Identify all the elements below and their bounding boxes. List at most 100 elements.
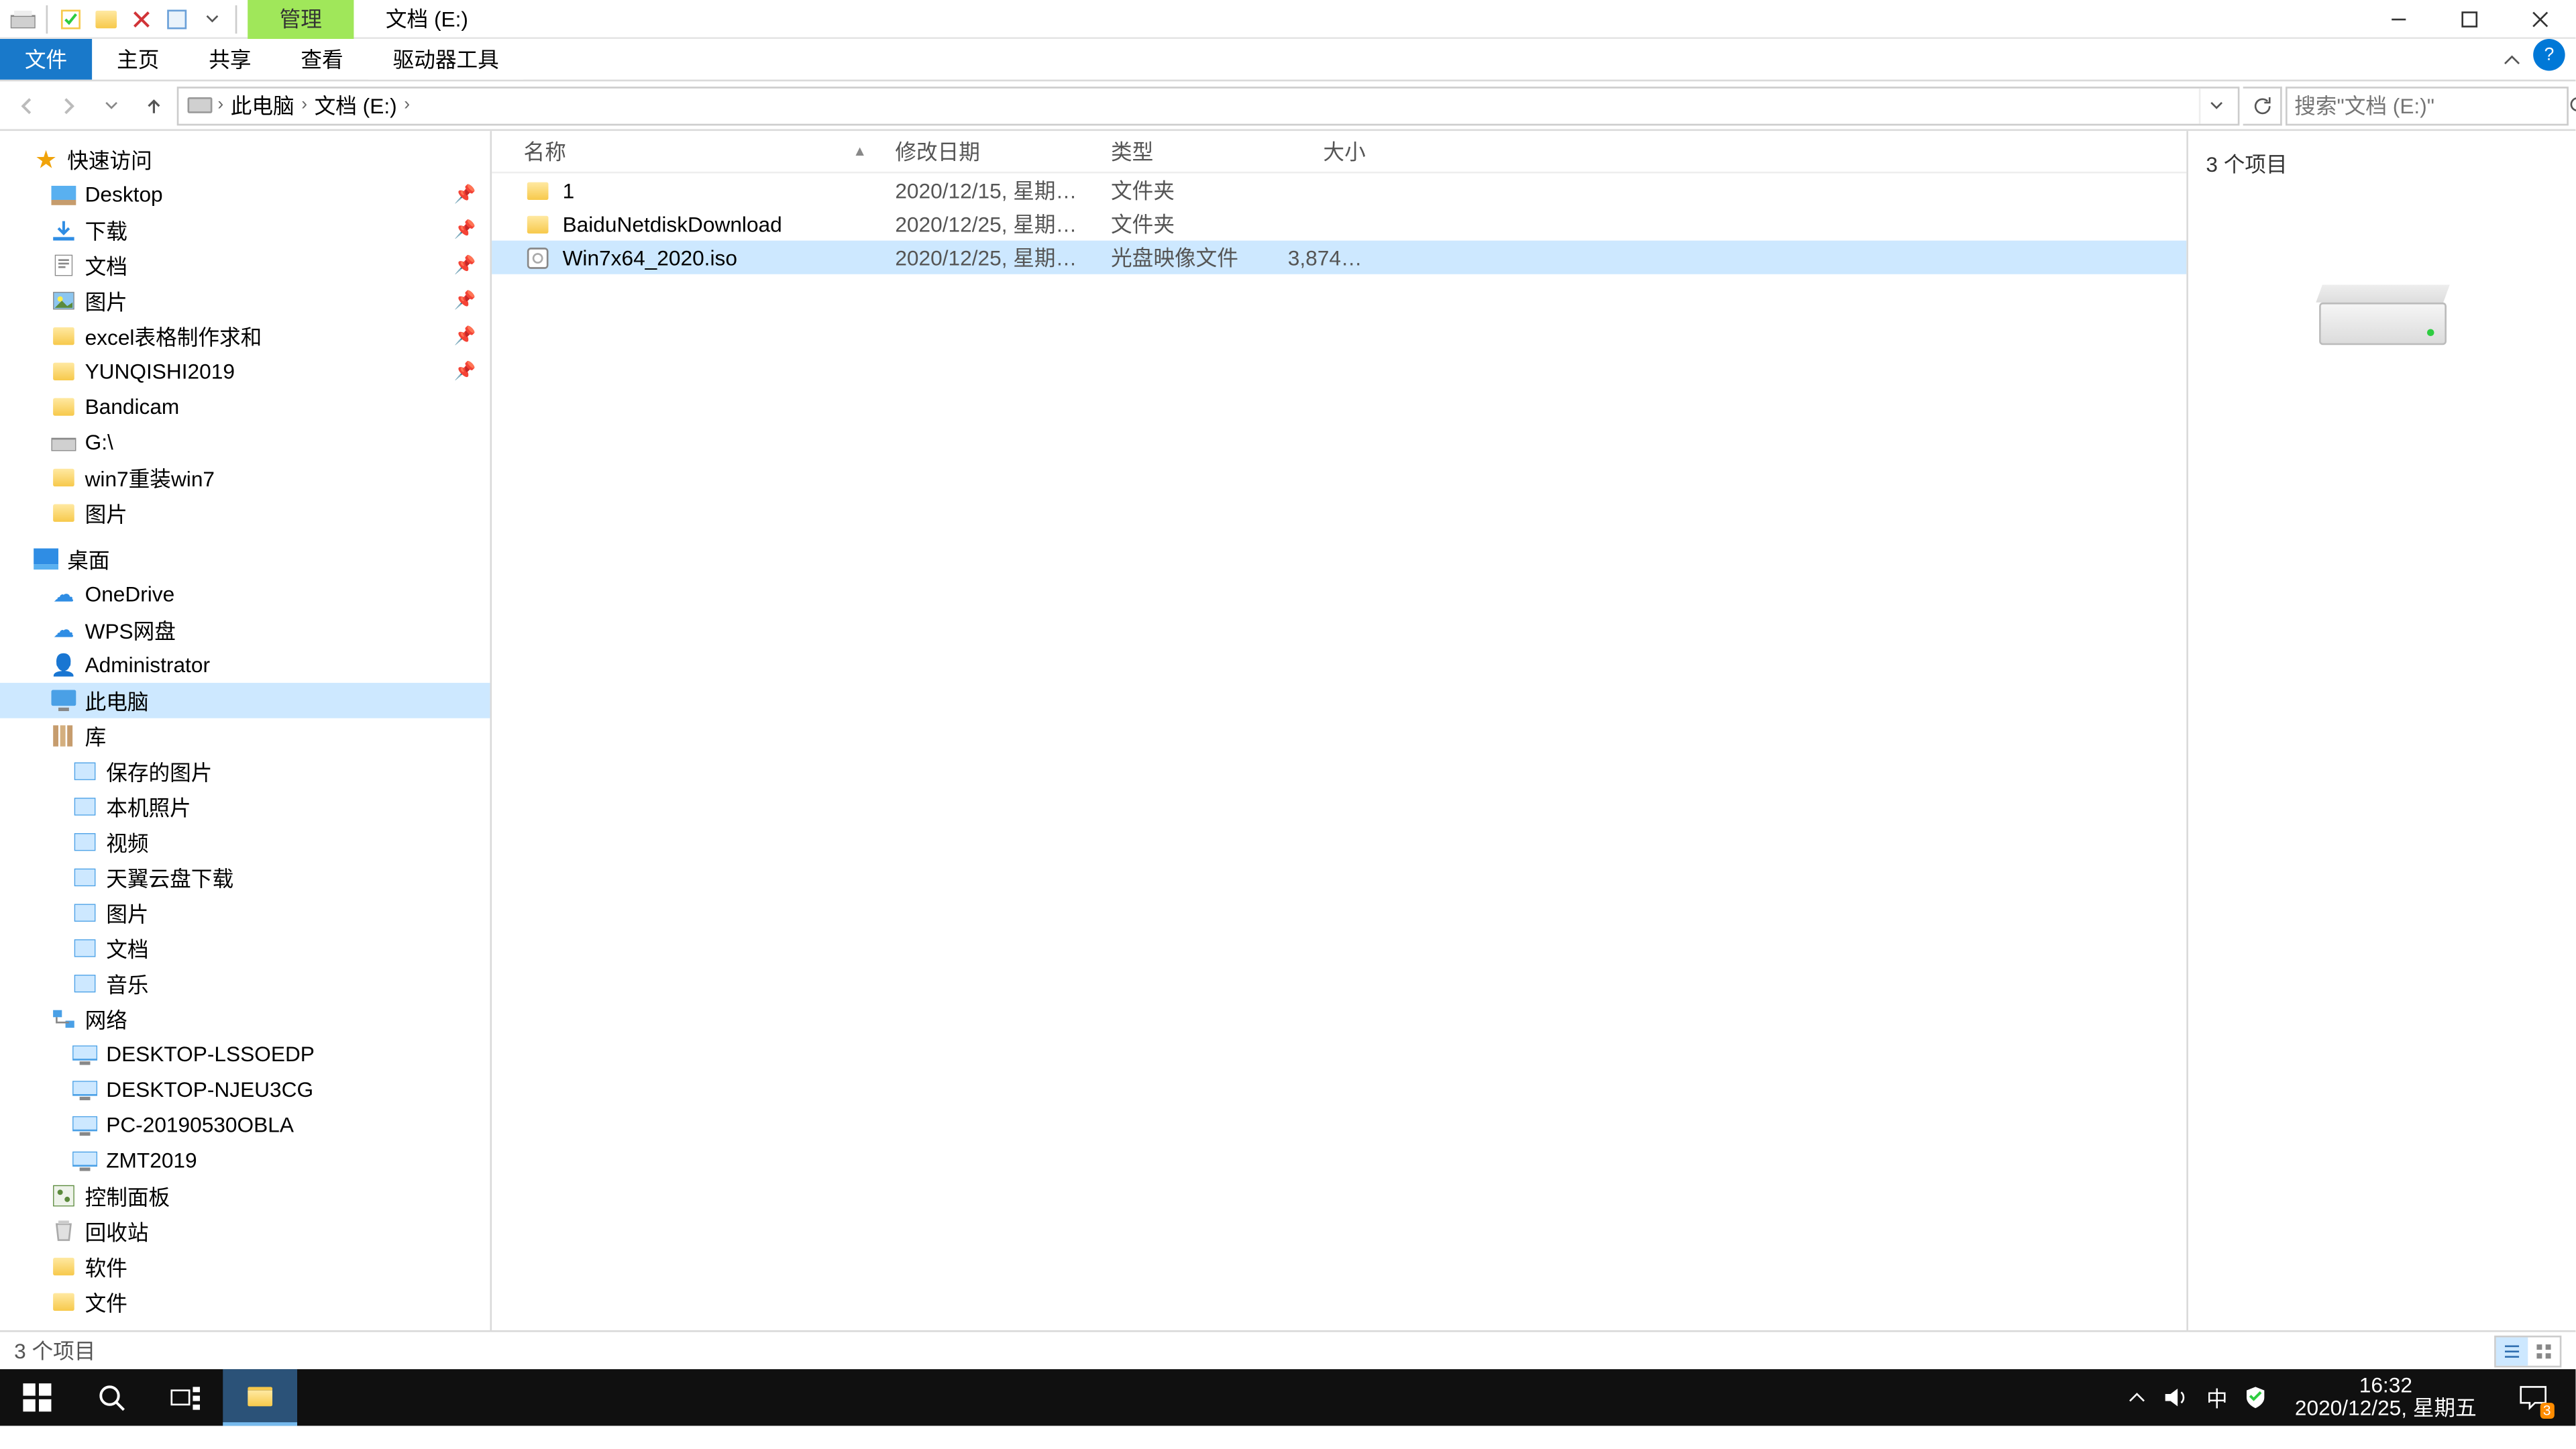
tray-clock[interactable]: 16:32 2020/12/25, 星期五 [2284,1375,2487,1421]
tray-overflow-icon[interactable] [2129,1389,2146,1406]
nav-quick-item[interactable]: Desktop📌 [0,177,490,213]
nav-quick-item[interactable]: 图片📌 [0,283,490,319]
view-large-icons-icon[interactable] [2528,1336,2559,1364]
nav-files[interactable]: 文件 [0,1284,490,1320]
computer-icon [70,1075,99,1104]
qat-new-folder-icon[interactable] [90,3,121,34]
nav-library-item[interactable]: 图片 [0,895,490,930]
nav-quick-item[interactable]: win7重装win7 [0,460,490,496]
refresh-button[interactable] [2243,86,2282,125]
address-dropdown-icon[interactable] [2199,88,2231,123]
column-size[interactable]: 大小 [1274,136,1380,166]
nav-recycle-bin[interactable]: 回收站 [0,1214,490,1249]
breadcrumb[interactable]: › 此电脑 › 文档 (E:) › [177,86,2240,125]
start-button[interactable] [0,1369,74,1426]
column-type[interactable]: 类型 [1097,136,1274,166]
qat-rename-icon[interactable] [161,3,193,34]
nav-quick-item[interactable]: G:\ [0,425,490,460]
file-row[interactable]: 12020/12/15, 星期二 1...文件夹 [492,173,2186,207]
qat-dropdown-icon[interactable] [197,3,228,34]
nav-network-item[interactable]: ZMT2019 [0,1143,490,1179]
nav-quick-access[interactable]: ★快速访问 [0,142,490,177]
disc-image-icon [524,244,552,272]
nav-forward-button[interactable] [50,86,89,125]
task-view-button[interactable] [149,1369,223,1426]
ribbon-tab-drive-tools[interactable]: 驱动器工具 [368,39,524,80]
ribbon-tab-file[interactable]: 文件 [0,39,92,80]
nav-item-label: 本机照片 [106,792,191,822]
nav-library-item[interactable]: 本机照片 [0,789,490,824]
nav-control-panel[interactable]: 控制面板 [0,1178,490,1214]
breadcrumb-drive-e[interactable]: 文档 (E:) [311,90,400,120]
nav-libraries[interactable]: 库 [0,718,490,754]
help-button[interactable]: ? [2533,39,2565,70]
breadcrumb-this-pc[interactable]: 此电脑 [227,90,298,120]
window-title: 文档 (E:) [354,3,500,34]
navigation-pane[interactable]: ★快速访问 Desktop📌下载📌文档📌图片📌excel表格制作求和📌YUNQI… [0,131,492,1330]
nav-up-button[interactable] [134,86,173,125]
nav-onedrive[interactable]: ☁OneDrive [0,577,490,612]
ribbon-tab-home[interactable]: 主页 [92,39,184,80]
nav-network-item[interactable]: PC-20190530OBLA [0,1108,490,1143]
nav-library-item[interactable]: 视频 [0,824,490,860]
titlebar: 管理 文档 (E:) [0,0,2575,39]
nav-quick-item[interactable]: Bandicam [0,389,490,425]
nav-network-item[interactable]: DESKTOP-NJEU3CG [0,1072,490,1108]
nav-network-item[interactable]: DESKTOP-LSSOEDP [0,1036,490,1072]
ribbon-tab-share[interactable]: 共享 [184,39,276,80]
qat-app-icon[interactable] [7,3,39,34]
close-button[interactable] [2505,0,2575,38]
file-row[interactable]: Win7x64_2020.iso2020/12/25, 星期五 1...光盘映像… [492,241,2186,274]
nav-item-label: DESKTOP-NJEU3CG [106,1077,313,1102]
nav-item-label: PC-20190530OBLA [106,1113,294,1138]
tray-ime-indicator[interactable]: 中 [2206,1383,2228,1413]
pin-icon: 📌 [454,362,476,381]
column-name[interactable]: 名称▲ [492,136,881,166]
nav-quick-item[interactable]: excel表格制作求和📌 [0,319,490,354]
search-input[interactable] [2294,93,2569,117]
nav-wps[interactable]: ☁WPS网盘 [0,612,490,647]
nav-this-pc[interactable]: 此电脑 [0,683,490,718]
nav-quick-item[interactable]: 图片 [0,495,490,531]
sort-asc-icon: ▲ [853,144,867,160]
maximize-button[interactable] [2434,0,2505,38]
folder-icon [50,1252,78,1281]
ribbon-expand-icon[interactable] [2491,39,2533,80]
ribbon-tab-view[interactable]: 查看 [276,39,368,80]
nav-library-item[interactable]: 音乐 [0,966,490,1002]
action-center-button[interactable]: 3 [2505,1369,2561,1426]
minimize-button[interactable] [2363,0,2434,38]
file-row[interactable]: BaiduNetdiskDownload2020/12/25, 星期五 1...… [492,207,2186,241]
nav-quick-item[interactable]: 文档📌 [0,248,490,283]
nav-quick-item[interactable]: 下载📌 [0,212,490,248]
nav-desktop[interactable]: 桌面 [0,541,490,577]
nav-administrator[interactable]: 👤Administrator [0,647,490,683]
library-icon [50,722,78,750]
file-rows[interactable]: 12020/12/15, 星期二 1...文件夹BaiduNetdiskDown… [492,173,2186,1330]
ribbon-context-tab[interactable]: 管理 [248,0,354,38]
view-details-icon[interactable] [2496,1336,2528,1364]
folder-icon [524,209,552,237]
nav-item-label: win7重装win7 [85,463,215,493]
star-icon: ★ [32,145,60,173]
notification-badge: 3 [2540,1403,2555,1419]
nav-software[interactable]: 软件 [0,1249,490,1285]
tray-security-icon[interactable] [2245,1385,2267,1410]
column-date[interactable]: 修改日期 [881,136,1097,166]
nav-quick-item[interactable]: YUNQISHI2019📌 [0,354,490,389]
nav-network[interactable]: 网络 [0,1002,490,1037]
nav-library-item[interactable]: 保存的图片 [0,753,490,789]
view-mode-toggle[interactable] [2494,1335,2561,1366]
taskbar-file-explorer[interactable] [223,1369,297,1426]
tray-volume-icon[interactable] [2164,1387,2189,1408]
qat-properties-icon[interactable] [55,3,87,34]
nav-library-item[interactable]: 文档 [0,930,490,966]
qat-delete-icon[interactable] [125,3,157,34]
nav-library-item[interactable]: 天翼云盘下载 [0,860,490,896]
search-icon[interactable] [2569,95,2576,116]
taskbar-search-button[interactable] [74,1369,149,1426]
nav-back-button[interactable] [7,86,46,125]
file-date: 2020/12/25, 星期五 1... [881,242,1097,272]
search-box[interactable] [2286,86,2569,125]
nav-recent-dropdown[interactable] [92,86,131,125]
